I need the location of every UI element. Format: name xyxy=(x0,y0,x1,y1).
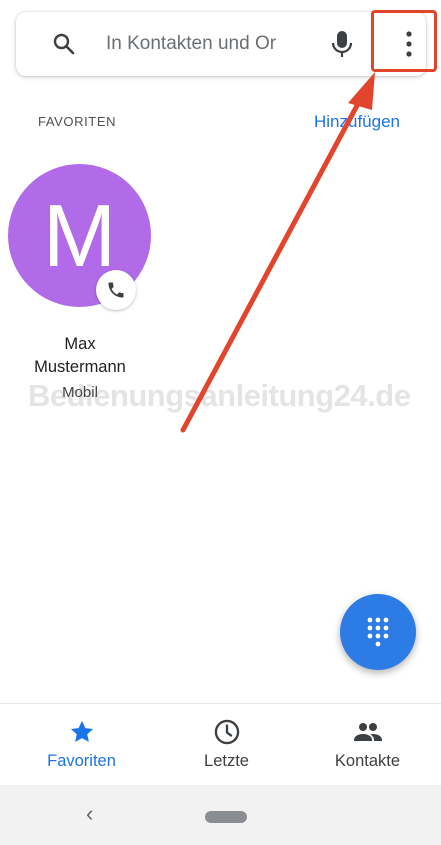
system-navigation-bar: ‹ xyxy=(0,785,441,845)
phone-icon xyxy=(108,282,124,298)
favorites-title: FAVORITEN xyxy=(38,114,117,129)
tab-recent-label: Letzte xyxy=(204,752,249,770)
tab-favorites-label: Favoriten xyxy=(47,752,116,770)
tab-contacts-label: Kontakte xyxy=(334,752,401,770)
search-input[interactable]: In Kontakten und Or xyxy=(106,33,276,55)
tab-contacts[interactable]: Kontakte xyxy=(294,704,441,786)
dialpad-icon xyxy=(367,617,389,647)
back-icon[interactable]: ‹ xyxy=(86,801,93,827)
star-icon xyxy=(70,720,93,742)
search-bar[interactable]: In Kontakten und Or xyxy=(16,12,426,76)
contact-name[interactable]: Max Mustermann xyxy=(0,333,160,379)
annotation-highlight-box xyxy=(371,10,437,72)
clock-icon xyxy=(214,719,239,745)
bottom-navigation: Favoriten Letzte Kontakte xyxy=(0,703,441,786)
watermark: Bedienungsanleitung24.de xyxy=(28,378,411,413)
people-icon xyxy=(353,723,382,741)
search-icon xyxy=(53,33,75,55)
dialpad-button[interactable] xyxy=(340,594,416,670)
avatar-initial: M xyxy=(42,185,117,285)
contact-last-name: Mustermann xyxy=(34,358,126,376)
microphone-icon[interactable] xyxy=(329,30,355,58)
contact-first-name: Max xyxy=(64,335,96,353)
home-pill-icon[interactable] xyxy=(205,811,247,823)
tab-favorites[interactable]: Favoriten xyxy=(8,704,155,786)
add-favorite-button[interactable]: Hinzufügen xyxy=(314,112,400,132)
tab-recent[interactable]: Letzte xyxy=(153,704,300,786)
call-badge[interactable] xyxy=(96,270,136,310)
